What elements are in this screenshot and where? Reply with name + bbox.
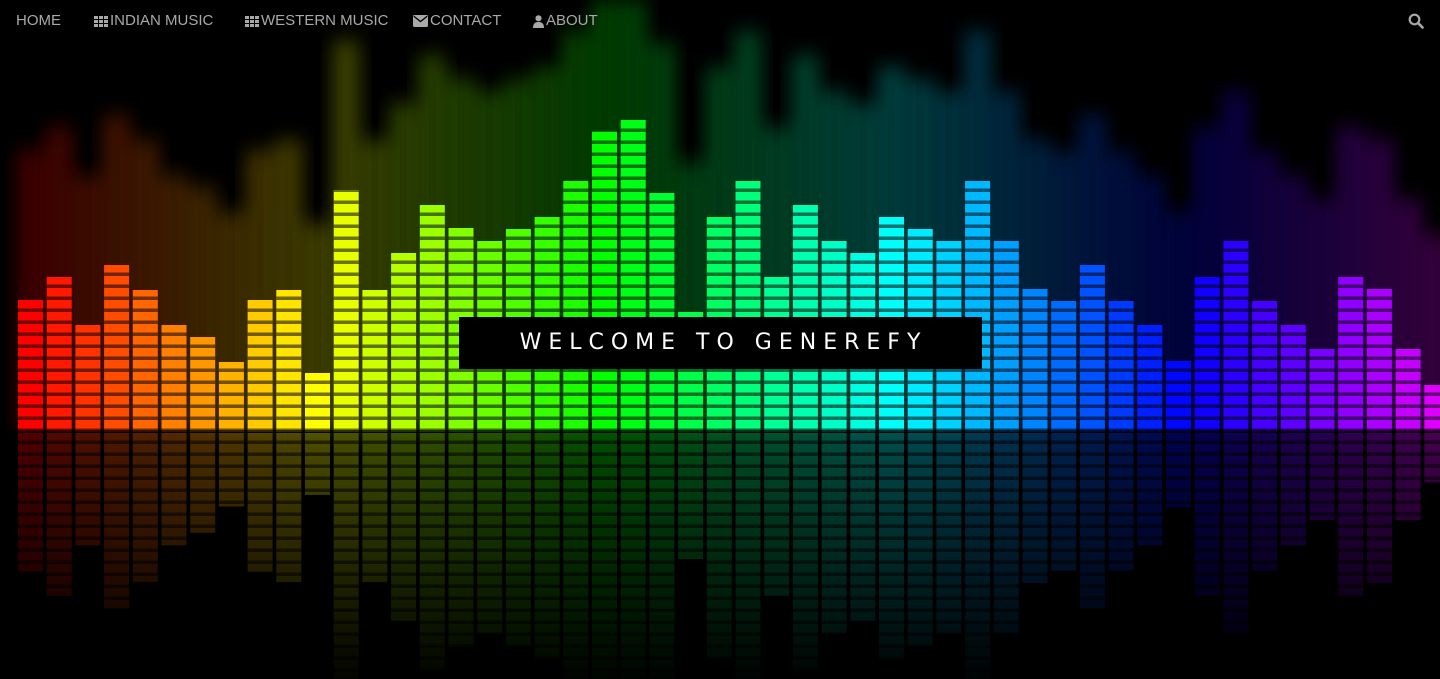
user-icon xyxy=(533,14,544,28)
nav-contact[interactable]: CONTACT xyxy=(413,11,501,31)
grid-icon xyxy=(245,15,259,27)
top-navbar: HOME INDIAN MUSIC WESTERN MUSIC CONTACT xyxy=(0,0,1440,42)
nav-home[interactable]: HOME xyxy=(16,11,61,31)
nav-indian-music[interactable]: INDIAN MUSIC xyxy=(94,11,213,31)
nav-about[interactable]: ABOUT xyxy=(533,11,598,31)
page: HOME INDIAN MUSIC WESTERN MUSIC CONTACT xyxy=(0,0,1440,679)
nav-western-music[interactable]: WESTERN MUSIC xyxy=(245,11,389,31)
search-icon[interactable] xyxy=(1408,13,1424,29)
nav-about-label: ABOUT xyxy=(546,12,598,29)
hero-title-banner: WELCOME TO GENEREFY xyxy=(459,317,982,369)
nav-western-music-label: WESTERN MUSIC xyxy=(261,12,389,29)
nav-home-label: HOME xyxy=(16,12,61,29)
grid-icon xyxy=(94,15,108,27)
envelope-icon xyxy=(413,15,428,27)
nav-contact-label: CONTACT xyxy=(430,12,502,29)
nav-indian-music-label: INDIAN MUSIC xyxy=(110,12,214,29)
